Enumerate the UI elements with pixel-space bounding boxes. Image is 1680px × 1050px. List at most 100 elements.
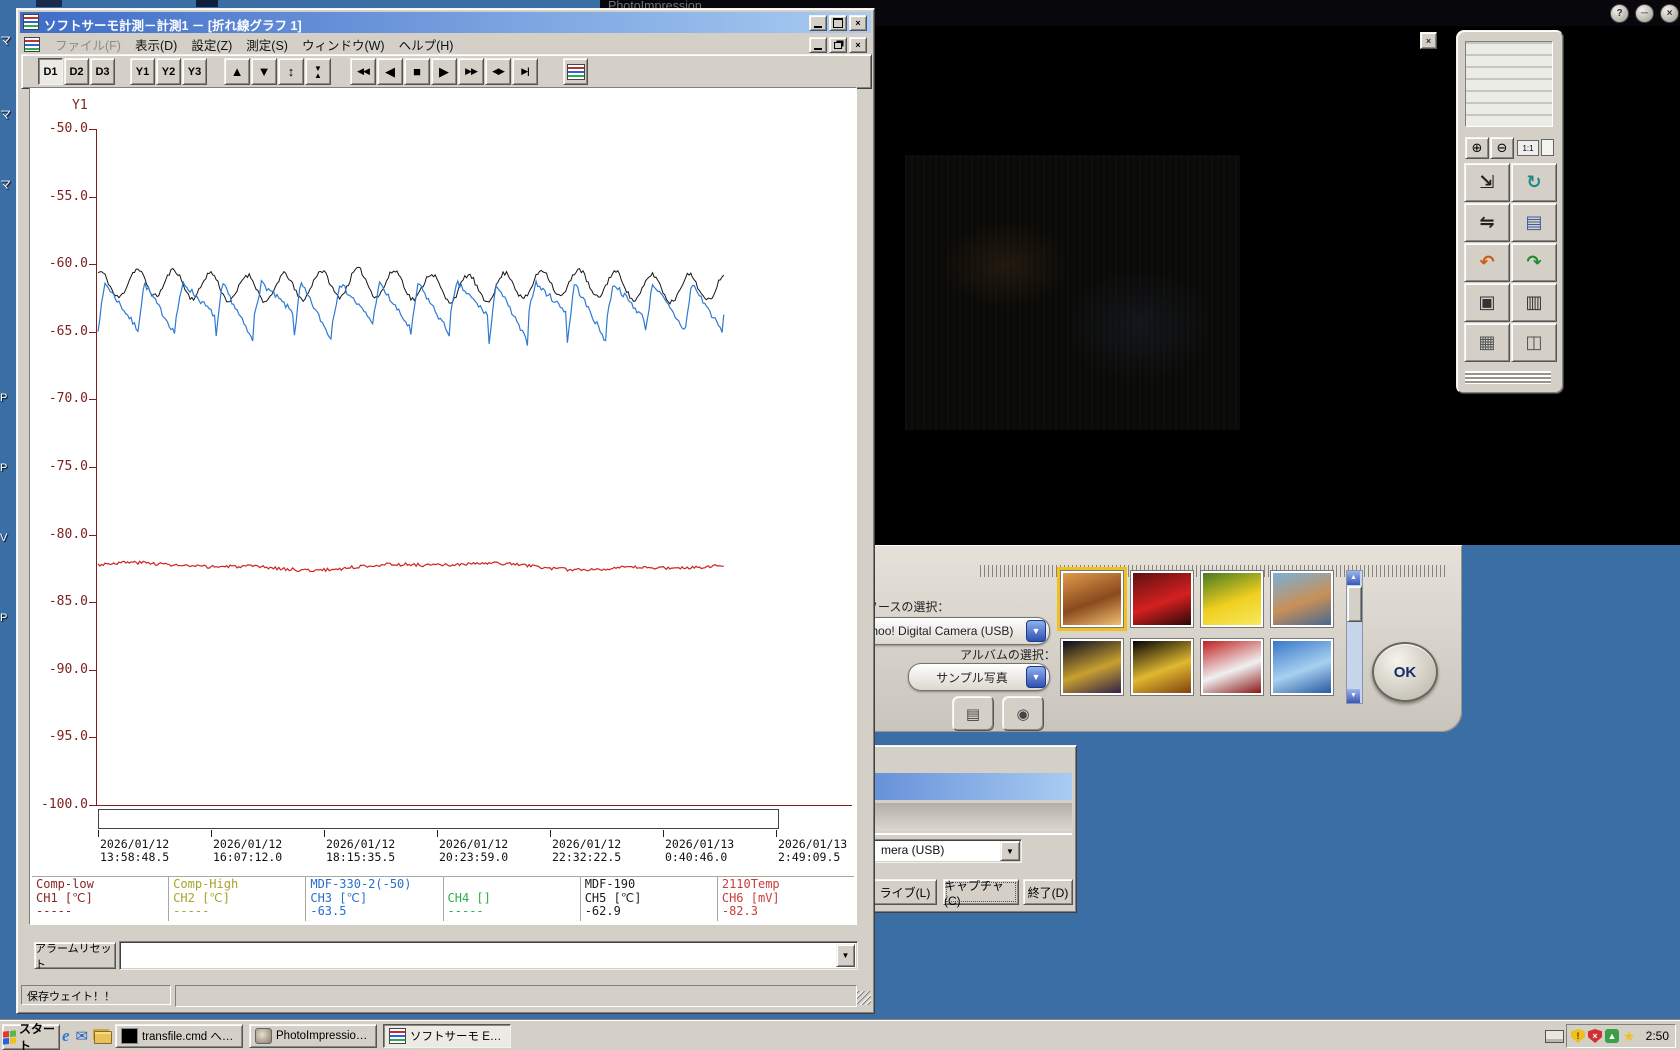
source-select-label: ソースの選択： <box>866 600 950 614</box>
menu-測定(S)[interactable]: 測定(S) <box>239 33 295 56</box>
maximize-button[interactable] <box>829 15 847 31</box>
minimize-button[interactable] <box>809 15 827 31</box>
window-title: ソフトサーモ計測－計測1 － [折れ線グラフ 1] <box>44 19 302 33</box>
scroll-down-arrow-icon[interactable]: ▼ <box>1347 689 1360 703</box>
desktop-icon-label[interactable]: P <box>0 612 14 624</box>
capture-button[interactable]: キャプチャ(C) <box>943 879 1019 908</box>
thumbnail-scrollbar[interactable]: ▲ ▼ <box>1346 570 1363 704</box>
fit-window-button[interactable]: ⇲ <box>1464 163 1510 202</box>
jump-latest-button[interactable]: ▶| <box>512 58 538 85</box>
expand-y-button[interactable]: ↕ <box>278 58 304 85</box>
close-button[interactable]: × <box>849 15 867 31</box>
minimize-button[interactable]: ─ <box>1635 4 1654 23</box>
rewind-button[interactable]: ◀◀ <box>350 58 376 85</box>
stop-button[interactable]: ■ <box>404 58 430 85</box>
camera-button[interactable]: ◉ <box>1002 696 1044 731</box>
thumbnail-yellow-flowers[interactable] <box>1200 570 1264 628</box>
security-warning-icon[interactable]: ! <box>1571 1029 1585 1043</box>
scroll-down-button[interactable]: ▼ <box>251 58 277 85</box>
scroll-up-button[interactable]: ▲ <box>224 58 250 85</box>
exit-button[interactable]: 終了(D) <box>1023 879 1073 905</box>
step-forward-button[interactable]: ▶ <box>431 58 457 85</box>
d3-button[interactable]: D3 <box>90 58 115 85</box>
thumbnail-beach-sky[interactable] <box>1270 638 1334 696</box>
desktop-icon-label[interactable]: マ <box>0 106 14 122</box>
layers-list[interactable] <box>1465 41 1553 127</box>
toolbox-grip[interactable] <box>1465 371 1551 384</box>
album-view-button[interactable]: ◫ <box>1511 323 1557 362</box>
desktop-icon-label[interactable]: マ <box>0 176 14 192</box>
scrollbar-thumb[interactable] <box>1347 586 1362 622</box>
menu-表示(D)[interactable]: 表示(D) <box>128 33 184 56</box>
close-button[interactable]: × <box>1660 4 1679 23</box>
mdi-minimize-button[interactable] <box>809 37 827 53</box>
d2-button[interactable]: D2 <box>64 58 89 85</box>
redo-button[interactable]: ↷ <box>1511 243 1557 282</box>
flip-horizontal-button[interactable]: ⇋ <box>1464 203 1510 242</box>
menu-ファイル(F)[interactable]: ファイル(F) <box>48 33 128 56</box>
menu-ヘルプ(H)[interactable]: ヘルプ(H) <box>392 33 461 56</box>
canvas-close-icon[interactable]: × <box>1420 32 1437 49</box>
thumbnail-red-bird[interactable] <box>1130 570 1194 628</box>
safely-remove-hardware-icon[interactable]: ▲ <box>1605 1029 1619 1043</box>
chevron-down-icon[interactable]: ▼ <box>1000 841 1020 861</box>
desktop-icon-label[interactable]: マ <box>0 32 14 48</box>
time-range-bar[interactable] <box>98 809 779 829</box>
zoom-out-button[interactable]: ⊖ <box>1490 137 1514 159</box>
taskbar-task-1[interactable]: transfile.cmd へのショート... <box>115 1024 243 1048</box>
d1-button[interactable]: D1 <box>38 58 63 85</box>
mdi-child-icon[interactable] <box>24 37 40 52</box>
alarm-reset-button[interactable]: アラームリセット <box>34 942 116 971</box>
zoom-in-button[interactable]: ⊕ <box>1465 137 1489 159</box>
thermo-titlebar[interactable]: ソフトサーモ計測－計測1 － [折れ線グラフ 1] × <box>20 12 871 33</box>
security-error-icon[interactable]: × <box>1588 1029 1602 1043</box>
y1-button[interactable]: Y1 <box>130 58 155 85</box>
ok-button[interactable]: OK <box>1372 642 1438 702</box>
desktop-icon-label[interactable]: V <box>0 532 14 544</box>
alarm-message-combo[interactable]: ▼ <box>119 941 858 970</box>
rotate-button[interactable]: ↻ <box>1511 163 1557 202</box>
y2-button[interactable]: Y2 <box>156 58 181 85</box>
resize-grip[interactable] <box>857 991 871 1005</box>
outlook-express-icon[interactable]: ✉ <box>76 1027 89 1045</box>
fast-forward-button[interactable]: ▶▶ <box>458 58 484 85</box>
zoom-ratio-badge[interactable]: 1:1 <box>1517 140 1539 156</box>
fit-x-button[interactable]: ◀▶ <box>485 58 511 85</box>
thumbnail-harbor-town[interactable] <box>1270 570 1334 628</box>
page-size-icon[interactable] <box>1541 139 1554 156</box>
internet-explorer-icon[interactable]: e <box>62 1026 70 1046</box>
start-button[interactable]: スタート <box>2 1022 60 1050</box>
thumbnail-city-night[interactable] <box>1060 638 1124 696</box>
y3-button[interactable]: Y3 <box>182 58 207 85</box>
scroll-up-arrow-icon[interactable]: ▲ <box>1347 571 1360 585</box>
chevron-down-icon[interactable]: ▼ <box>1026 620 1046 642</box>
taskbar-task-2[interactable]: PhotoImpression 2000 <box>249 1024 377 1048</box>
graph-settings-button[interactable] <box>563 58 588 85</box>
print-button[interactable]: ▦ <box>1464 323 1510 362</box>
mdi-restore-button[interactable] <box>829 37 847 53</box>
mdi-close-button[interactable]: × <box>849 37 867 53</box>
paste-button[interactable]: ▥ <box>1511 283 1557 322</box>
desktop-icon-label[interactable]: P <box>0 392 14 404</box>
compress-y-button[interactable]: ▼ ▲ <box>305 58 331 85</box>
menu-設定(Z)[interactable]: 設定(Z) <box>184 33 239 56</box>
thumbnail-canyon-rocks[interactable] <box>1057 567 1127 631</box>
album-select-combo[interactable]: サンプル写真 ▼ <box>908 663 1050 691</box>
undo-button[interactable]: ↶ <box>1464 243 1510 282</box>
desktop-icon-label[interactable]: P <box>0 462 14 474</box>
chevron-down-icon[interactable]: ▼ <box>836 944 855 967</box>
copy-button[interactable]: ▣ <box>1464 283 1510 322</box>
show-desktop-icon[interactable] <box>94 1031 113 1044</box>
scanner-button[interactable]: ▤ <box>952 696 994 731</box>
thumbnail-light-spiral[interactable] <box>1130 638 1194 696</box>
update-star-icon[interactable]: ★ <box>1622 1028 1636 1044</box>
keyboard-icon[interactable] <box>1545 1030 1564 1043</box>
chevron-down-icon[interactable]: ▼ <box>1026 666 1046 688</box>
taskbar-task-3[interactable]: ソフトサーモ E830 <box>383 1024 511 1048</box>
step-back-button[interactable]: ◀ <box>377 58 403 85</box>
thumbnail-red-ship[interactable] <box>1200 638 1264 696</box>
menu-ウィンドウ(W)[interactable]: ウィンドウ(W) <box>295 33 392 56</box>
live-button[interactable]: ライブ(L) <box>873 879 937 905</box>
duplicate-page-button[interactable]: ▤ <box>1511 203 1557 242</box>
help-button[interactable]: ? <box>1610 4 1629 23</box>
